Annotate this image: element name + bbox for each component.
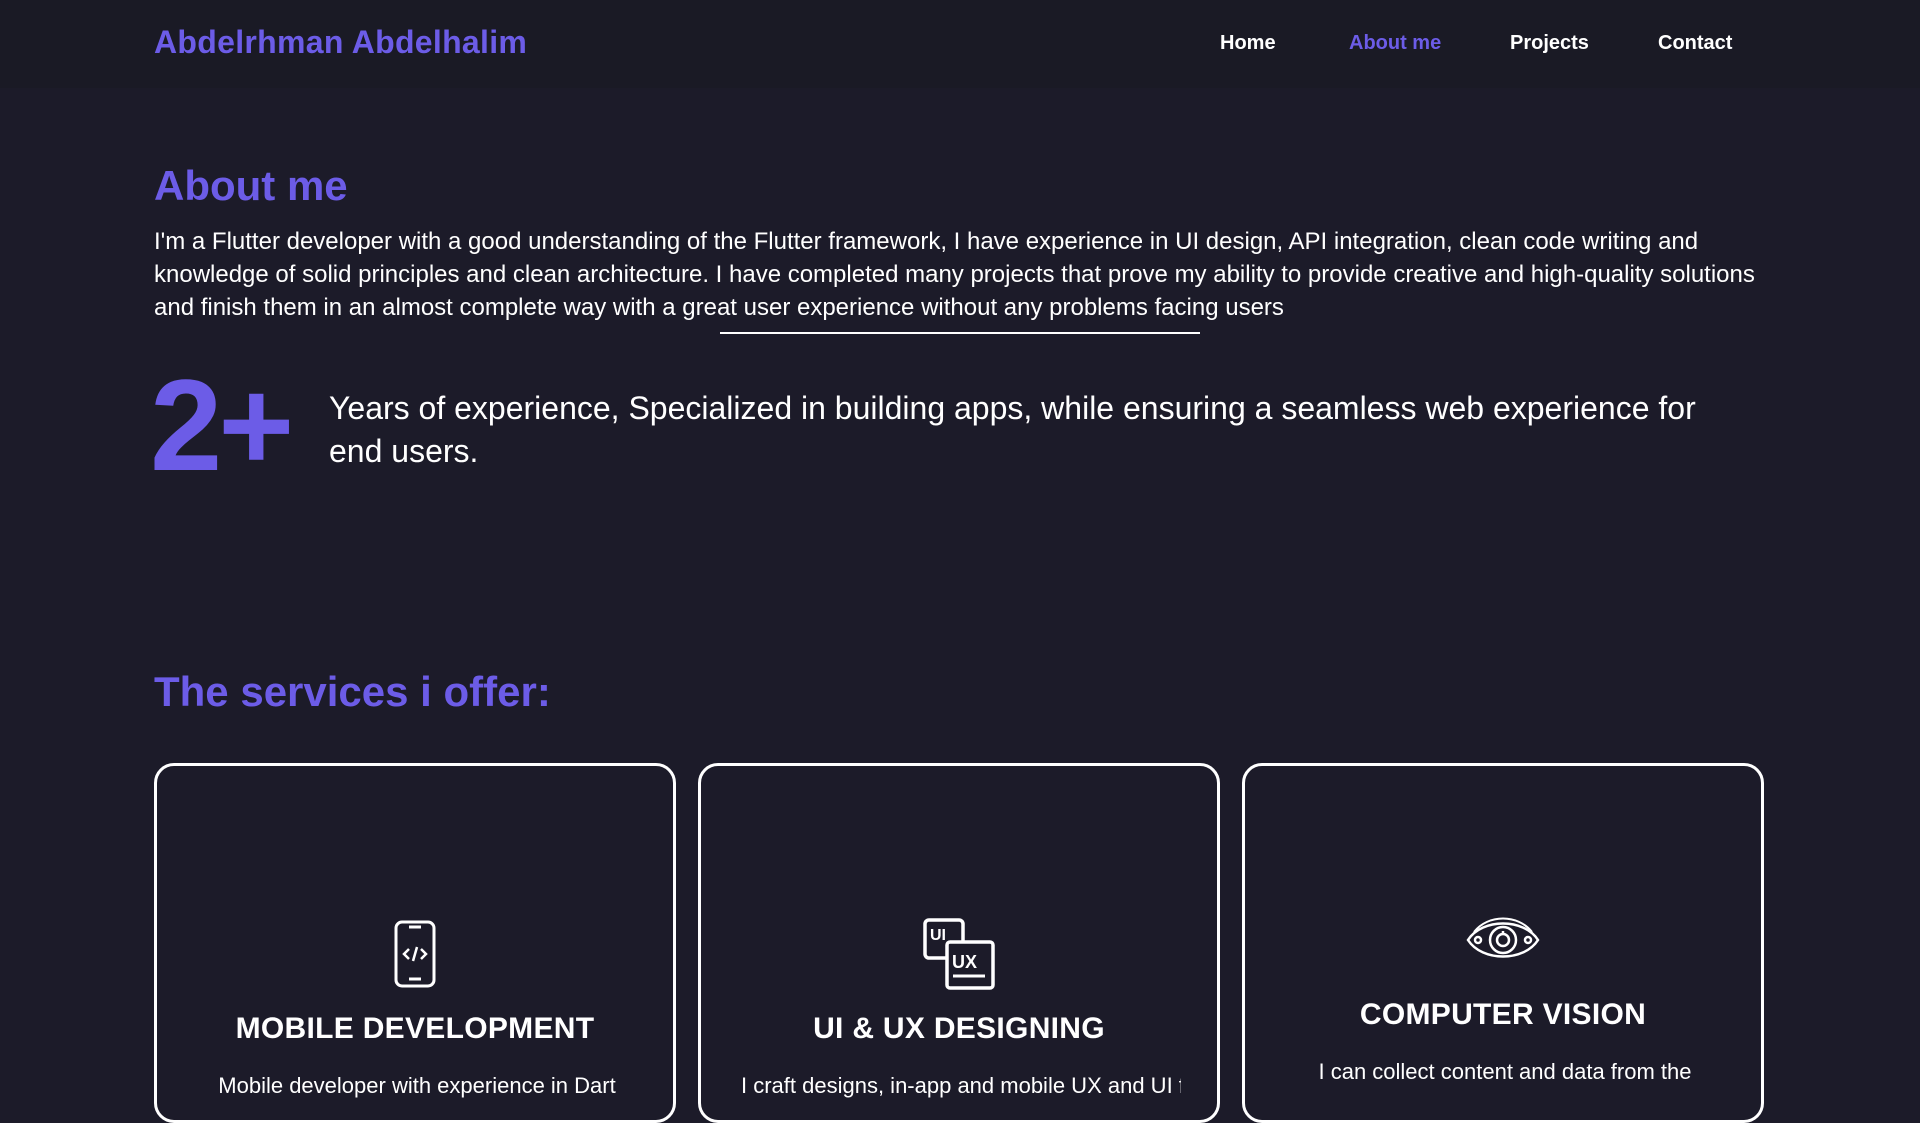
brand-logo-text[interactable]: Abdelrhman Abdelhalim: [154, 24, 527, 61]
service-desc-mobile: Mobile developer with experience in Dart: [218, 1073, 616, 1098]
service-title-uiux: UI & UX DESIGNING: [813, 1012, 1105, 1045]
ui-ux-icon: UI UX: [923, 918, 995, 995]
service-title-mobile: MOBILE DEVELOPMENT: [235, 1012, 595, 1045]
divider: [720, 332, 1200, 334]
experience-text: Years of experience, Specialized in buil…: [329, 390, 1696, 469]
svg-text:UI: UI: [930, 927, 946, 944]
service-title-vision: COMPUTER VISION: [1359, 998, 1647, 1031]
mobile-code-icon: [394, 920, 436, 993]
service-desc-vision: I can collect content and data from the: [1318, 1059, 1692, 1084]
service-desc-uiux: I craft designs, in-app and mobile UX an…: [741, 1073, 1181, 1098]
about-title: About me: [154, 162, 348, 209]
eye-icon: [1466, 914, 1540, 971]
navbar: Abdelrhman Abdelhalim Home About me Proj…: [0, 0, 1920, 88]
nav-contact[interactable]: Contact: [1658, 32, 1732, 55]
nav-home[interactable]: Home: [1220, 32, 1276, 55]
about-description: I'm a Flutter developer with a good unde…: [154, 228, 1755, 321]
years-count: 2+: [150, 352, 294, 498]
service-card-vision[interactable]: COMPUTER VISION I can collect content an…: [1242, 763, 1764, 1123]
service-card-mobile[interactable]: MOBILE DEVELOPMENT Mobile developer with…: [154, 763, 676, 1123]
svg-text:UX: UX: [952, 952, 977, 972]
nav-about-me[interactable]: About me: [1349, 32, 1441, 55]
service-card-uiux[interactable]: UI UX UI & UX DESIGNING I craft designs,…: [698, 763, 1220, 1123]
services-title: The services i offer:: [154, 668, 551, 715]
nav-projects[interactable]: Projects: [1510, 32, 1589, 55]
